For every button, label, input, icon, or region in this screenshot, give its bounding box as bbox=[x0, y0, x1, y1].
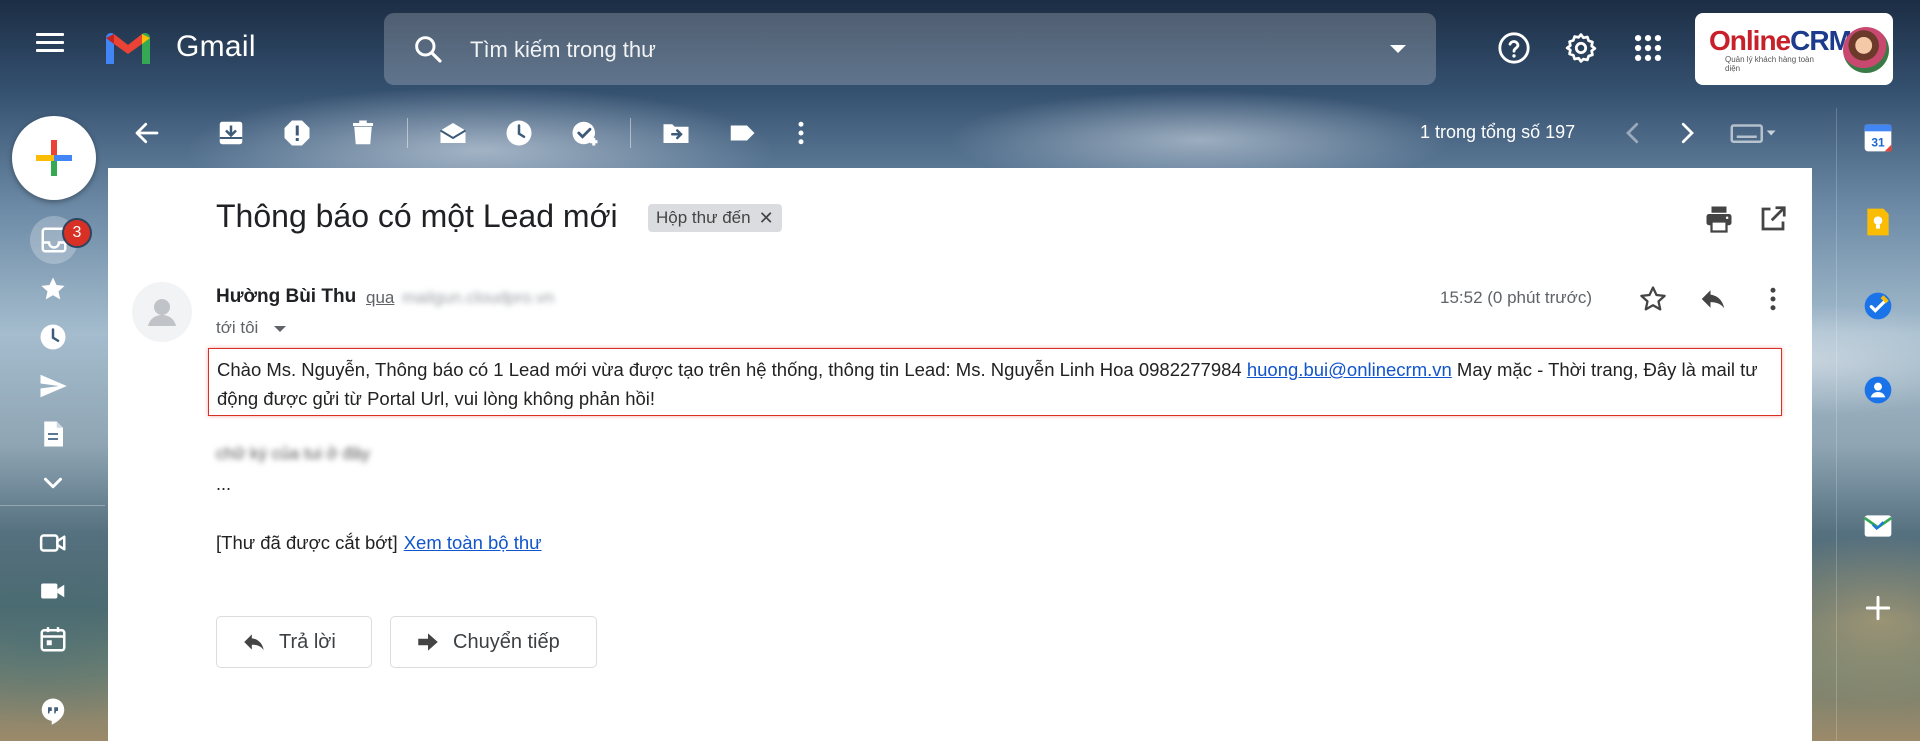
google-calendar-icon[interactable]: 31 bbox=[1862, 122, 1894, 154]
send-icon[interactable] bbox=[38, 371, 68, 401]
toolbar-divider bbox=[630, 118, 631, 148]
older-chevron-right-icon[interactable] bbox=[1672, 118, 1702, 148]
reply-button[interactable]: Trả lời bbox=[216, 616, 372, 668]
sender-name[interactable]: Hường Bùi Thu bbox=[216, 286, 356, 308]
gmail-wordmark[interactable]: Gmail bbox=[176, 30, 256, 64]
reply-arrow-icon[interactable] bbox=[1698, 284, 1728, 314]
via-domain-blurred: mailgun.cloudpro.vn bbox=[402, 288, 555, 307]
more-options-icon[interactable] bbox=[786, 118, 816, 148]
svg-text:31: 31 bbox=[1871, 136, 1885, 150]
default-person-icon bbox=[148, 299, 176, 326]
trimmed-notice: [Thư đã được cắt bớt] Xem toàn bộ thư bbox=[216, 532, 542, 553]
keyboard-input-icon[interactable] bbox=[1730, 118, 1776, 148]
rail-divider bbox=[0, 505, 105, 506]
message-count: 1 trong tổng số 197 bbox=[1420, 122, 1576, 142]
calendar-icon[interactable] bbox=[38, 624, 68, 654]
move-to-icon[interactable] bbox=[661, 118, 691, 148]
report-spam-icon[interactable] bbox=[282, 118, 312, 148]
via-label[interactable]: qua bbox=[366, 288, 394, 308]
onlinecrm-logo: OnlineCRM Quản lý khách hàng toàn diện bbox=[1709, 25, 1852, 73]
signature-blurred: chữ ký của tui ở đây bbox=[216, 444, 370, 463]
google-contacts-icon[interactable] bbox=[1862, 374, 1894, 406]
newer-chevron-left-icon[interactable] bbox=[1618, 118, 1648, 148]
archive-icon[interactable] bbox=[216, 118, 246, 148]
label-chip-text: Hộp thư đến bbox=[656, 208, 751, 227]
toolbar-divider bbox=[407, 118, 408, 148]
clock-icon[interactable] bbox=[38, 322, 68, 352]
forward-button[interactable]: Chuyển tiếp bbox=[390, 616, 597, 668]
remove-label-icon[interactable]: ✕ bbox=[759, 204, 774, 232]
back-arrow-icon[interactable] bbox=[132, 118, 162, 148]
crm-addon-icon[interactable] bbox=[1862, 510, 1894, 542]
google-keep-icon[interactable] bbox=[1862, 206, 1894, 238]
help-icon[interactable] bbox=[1497, 31, 1531, 65]
email-subject: Thông báo có một Lead mới bbox=[216, 198, 618, 234]
message-body-text: Chào Ms. Nguyễn, Thông báo có 1 Lead mới… bbox=[217, 359, 1758, 409]
account-switcher[interactable]: OnlineCRM Quản lý khách hàng toàn diện bbox=[1695, 13, 1893, 85]
add-task-icon[interactable] bbox=[570, 118, 600, 148]
search-bar[interactable] bbox=[384, 13, 1436, 85]
search-input[interactable] bbox=[468, 31, 1352, 69]
mark-unread-icon[interactable] bbox=[438, 118, 468, 148]
email-timestamp: 15:52 (0 phút trước) bbox=[1440, 288, 1592, 307]
chat-icon[interactable] bbox=[38, 696, 68, 726]
snooze-clock-icon[interactable] bbox=[504, 118, 534, 148]
show-details-caret-icon[interactable] bbox=[274, 326, 286, 332]
view-entire-message-link[interactable]: Xem toàn bộ thư bbox=[404, 532, 542, 553]
gmail-logo-icon[interactable] bbox=[102, 26, 154, 66]
delete-trash-icon[interactable] bbox=[348, 118, 378, 148]
draft-icon[interactable] bbox=[38, 419, 68, 449]
inbox-unread-badge: 3 bbox=[62, 218, 92, 248]
trimmed-ellipsis[interactable]: ... bbox=[216, 474, 231, 495]
reply-icon bbox=[244, 634, 264, 651]
forward-icon bbox=[418, 633, 438, 651]
add-addon-plus-icon[interactable] bbox=[1862, 592, 1894, 624]
search-options-icon[interactable] bbox=[1390, 45, 1406, 53]
star-icon[interactable] bbox=[38, 274, 68, 304]
search-icon[interactable] bbox=[412, 33, 444, 65]
google-tasks-icon[interactable] bbox=[1862, 290, 1894, 322]
account-avatar[interactable] bbox=[1843, 27, 1889, 73]
video-icon[interactable] bbox=[38, 528, 68, 558]
inbox-label-chip[interactable]: Hộp thư đến ✕ bbox=[648, 204, 782, 232]
apps-grid-icon[interactable] bbox=[1631, 31, 1665, 65]
star-outline-icon[interactable] bbox=[1638, 284, 1668, 314]
chevron-down-icon[interactable] bbox=[38, 468, 68, 498]
main-menu-button[interactable] bbox=[36, 33, 64, 53]
print-icon[interactable] bbox=[1704, 204, 1734, 234]
recipient-label[interactable]: tới tôi bbox=[216, 318, 258, 338]
highlighted-message-body: Chào Ms. Nguyễn, Thông báo có 1 Lead mới… bbox=[208, 348, 1782, 416]
message-more-icon[interactable] bbox=[1758, 284, 1788, 314]
compose-plus-icon bbox=[36, 140, 72, 176]
email-view: Thông báo có một Lead mới Hộp thư đến ✕ … bbox=[108, 168, 1812, 741]
open-new-window-icon[interactable] bbox=[1758, 204, 1788, 234]
label-tag-icon[interactable] bbox=[727, 118, 757, 148]
compose-button[interactable] bbox=[12, 116, 96, 200]
side-panel-divider bbox=[1836, 108, 1837, 741]
settings-gear-icon[interactable] bbox=[1564, 31, 1598, 65]
sender-avatar[interactable] bbox=[132, 282, 192, 342]
camcorder-icon[interactable] bbox=[38, 576, 68, 606]
email-link[interactable]: huong.bui@onlinecrm.vn bbox=[1247, 359, 1452, 380]
